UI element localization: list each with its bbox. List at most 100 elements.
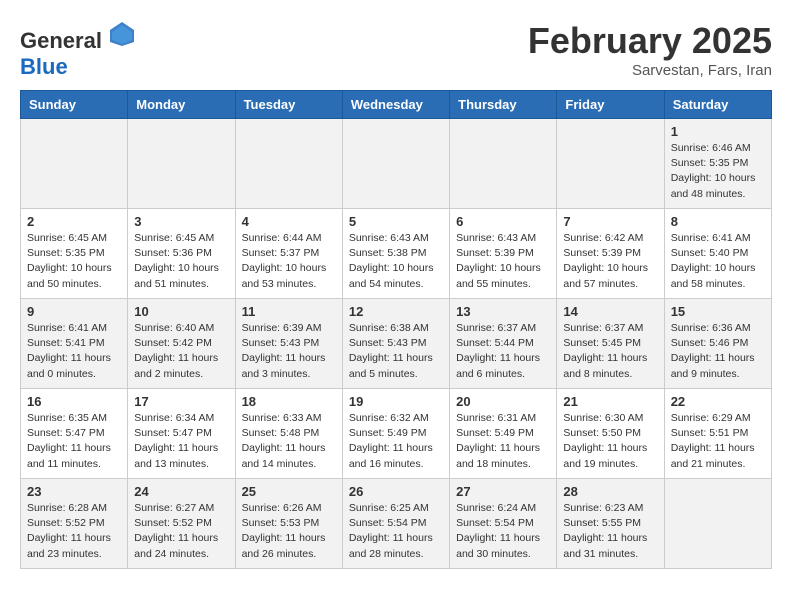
calendar-cell bbox=[450, 119, 557, 209]
day-info: Sunrise: 6:45 AM Sunset: 5:36 PM Dayligh… bbox=[134, 231, 228, 292]
day-number: 28 bbox=[563, 484, 657, 499]
calendar-cell bbox=[235, 119, 342, 209]
day-number: 25 bbox=[242, 484, 336, 499]
day-number: 9 bbox=[27, 304, 121, 319]
calendar-table: SundayMondayTuesdayWednesdayThursdayFrid… bbox=[20, 90, 772, 569]
logo-icon bbox=[108, 20, 136, 48]
calendar-cell: 19 Sunrise: 6:32 AM Sunset: 5:49 PM Dayli… bbox=[342, 389, 449, 479]
calendar-cell: 27 Sunrise: 6:24 AM Sunset: 5:54 PM Dayli… bbox=[450, 479, 557, 569]
day-info: Sunrise: 6:28 AM Sunset: 5:52 PM Dayligh… bbox=[27, 501, 121, 562]
day-info: Sunrise: 6:42 AM Sunset: 5:39 PM Dayligh… bbox=[563, 231, 657, 292]
day-number: 11 bbox=[242, 304, 336, 319]
calendar-cell: 11Sunrise: 6:39 AM Sunset: 5:43 PM Dayli… bbox=[235, 299, 342, 389]
calendar-week-row: 16 Sunrise: 6:35 AM Sunset: 5:47 PM Dayli… bbox=[21, 389, 772, 479]
calendar-cell: 24Sunrise: 6:27 AM Sunset: 5:52 PM Dayli… bbox=[128, 479, 235, 569]
calendar-cell bbox=[128, 119, 235, 209]
day-info: Sunrise: 6:32 AM Sunset: 5:49 PM Dayligh… bbox=[349, 411, 443, 472]
calendar-cell: 18Sunrise: 6:33 AM Sunset: 5:48 PM Dayli… bbox=[235, 389, 342, 479]
calendar-week-row: 23 Sunrise: 6:28 AM Sunset: 5:52 PM Dayli… bbox=[21, 479, 772, 569]
day-number: 1 bbox=[671, 124, 765, 139]
weekday-header-monday: Monday bbox=[128, 91, 235, 119]
calendar-week-row: 9Sunrise: 6:41 AM Sunset: 5:41 PM Daylig… bbox=[21, 299, 772, 389]
location-subtitle: Sarvestan, Fars, Iran bbox=[528, 62, 772, 79]
day-number: 17 bbox=[134, 394, 228, 409]
day-number: 27 bbox=[456, 484, 550, 499]
calendar-cell bbox=[557, 119, 664, 209]
calendar-cell: 1 Sunrise: 6:46 AM Sunset: 5:35 PM Daylig… bbox=[664, 119, 771, 209]
day-info: Sunrise: 6:30 AM Sunset: 5:50 PM Dayligh… bbox=[563, 411, 657, 472]
calendar-cell: 13Sunrise: 6:37 AM Sunset: 5:44 PM Dayli… bbox=[450, 299, 557, 389]
calendar-cell bbox=[21, 119, 128, 209]
day-info: Sunrise: 6:37 AM Sunset: 5:44 PM Dayligh… bbox=[456, 321, 550, 382]
weekday-header-row: SundayMondayTuesdayWednesdayThursdayFrid… bbox=[21, 91, 772, 119]
day-number: 19 bbox=[349, 394, 443, 409]
day-number: 7 bbox=[563, 214, 657, 229]
day-number: 24 bbox=[134, 484, 228, 499]
calendar-cell: 25Sunrise: 6:26 AM Sunset: 5:53 PM Dayli… bbox=[235, 479, 342, 569]
day-info: Sunrise: 6:43 AM Sunset: 5:39 PM Dayligh… bbox=[456, 231, 550, 292]
day-number: 6 bbox=[456, 214, 550, 229]
day-info: Sunrise: 6:43 AM Sunset: 5:38 PM Dayligh… bbox=[349, 231, 443, 292]
day-info: Sunrise: 6:31 AM Sunset: 5:49 PM Dayligh… bbox=[456, 411, 550, 472]
calendar-cell: 3 Sunrise: 6:45 AM Sunset: 5:36 PM Daylig… bbox=[128, 209, 235, 299]
calendar-cell: 17 Sunrise: 6:34 AM Sunset: 5:47 PM Dayli… bbox=[128, 389, 235, 479]
day-info: Sunrise: 6:35 AM Sunset: 5:47 PM Dayligh… bbox=[27, 411, 121, 472]
day-number: 5 bbox=[349, 214, 443, 229]
day-number: 23 bbox=[27, 484, 121, 499]
day-info: Sunrise: 6:41 AM Sunset: 5:40 PM Dayligh… bbox=[671, 231, 765, 292]
calendar-cell bbox=[664, 479, 771, 569]
day-number: 21 bbox=[563, 394, 657, 409]
calendar-cell: 9Sunrise: 6:41 AM Sunset: 5:41 PM Daylig… bbox=[21, 299, 128, 389]
day-info: Sunrise: 6:38 AM Sunset: 5:43 PM Dayligh… bbox=[349, 321, 443, 382]
day-number: 18 bbox=[242, 394, 336, 409]
day-info: Sunrise: 6:36 AM Sunset: 5:46 PM Dayligh… bbox=[671, 321, 765, 382]
calendar-cell: 6 Sunrise: 6:43 AM Sunset: 5:39 PM Daylig… bbox=[450, 209, 557, 299]
day-number: 22 bbox=[671, 394, 765, 409]
day-info: Sunrise: 6:29 AM Sunset: 5:51 PM Dayligh… bbox=[671, 411, 765, 472]
calendar-cell: 26 Sunrise: 6:25 AM Sunset: 5:54 PM Dayli… bbox=[342, 479, 449, 569]
calendar-cell: 23 Sunrise: 6:28 AM Sunset: 5:52 PM Dayli… bbox=[21, 479, 128, 569]
weekday-header-saturday: Saturday bbox=[664, 91, 771, 119]
calendar-cell: 16 Sunrise: 6:35 AM Sunset: 5:47 PM Dayli… bbox=[21, 389, 128, 479]
day-info: Sunrise: 6:37 AM Sunset: 5:45 PM Dayligh… bbox=[563, 321, 657, 382]
logo-blue: Blue bbox=[20, 54, 68, 79]
day-number: 12 bbox=[349, 304, 443, 319]
calendar-week-row: 1 Sunrise: 6:46 AM Sunset: 5:35 PM Daylig… bbox=[21, 119, 772, 209]
day-number: 8 bbox=[671, 214, 765, 229]
day-info: Sunrise: 6:34 AM Sunset: 5:47 PM Dayligh… bbox=[134, 411, 228, 472]
day-info: Sunrise: 6:44 AM Sunset: 5:37 PM Dayligh… bbox=[242, 231, 336, 292]
day-info: Sunrise: 6:46 AM Sunset: 5:35 PM Dayligh… bbox=[671, 141, 765, 202]
calendar-cell: 7 Sunrise: 6:42 AM Sunset: 5:39 PM Daylig… bbox=[557, 209, 664, 299]
calendar-cell: 4 Sunrise: 6:44 AM Sunset: 5:37 PM Daylig… bbox=[235, 209, 342, 299]
day-number: 20 bbox=[456, 394, 550, 409]
day-info: Sunrise: 6:45 AM Sunset: 5:35 PM Dayligh… bbox=[27, 231, 121, 292]
day-info: Sunrise: 6:25 AM Sunset: 5:54 PM Dayligh… bbox=[349, 501, 443, 562]
title-block: February 2025 Sarvestan, Fars, Iran bbox=[528, 20, 772, 79]
day-number: 15 bbox=[671, 304, 765, 319]
calendar-cell: 20 Sunrise: 6:31 AM Sunset: 5:49 PM Dayli… bbox=[450, 389, 557, 479]
logo: General Blue bbox=[20, 20, 136, 80]
day-number: 16 bbox=[27, 394, 121, 409]
day-number: 3 bbox=[134, 214, 228, 229]
day-info: Sunrise: 6:40 AM Sunset: 5:42 PM Dayligh… bbox=[134, 321, 228, 382]
calendar-cell: 10Sunrise: 6:40 AM Sunset: 5:42 PM Dayli… bbox=[128, 299, 235, 389]
day-info: Sunrise: 6:23 AM Sunset: 5:55 PM Dayligh… bbox=[563, 501, 657, 562]
calendar-cell: 5 Sunrise: 6:43 AM Sunset: 5:38 PM Daylig… bbox=[342, 209, 449, 299]
weekday-header-thursday: Thursday bbox=[450, 91, 557, 119]
page-header: General Blue February 2025 Sarvestan, Fa… bbox=[20, 20, 772, 80]
calendar-cell: 14Sunrise: 6:37 AM Sunset: 5:45 PM Dayli… bbox=[557, 299, 664, 389]
calendar-cell: 8 Sunrise: 6:41 AM Sunset: 5:40 PM Daylig… bbox=[664, 209, 771, 299]
weekday-header-friday: Friday bbox=[557, 91, 664, 119]
calendar-cell: 21 Sunrise: 6:30 AM Sunset: 5:50 PM Dayli… bbox=[557, 389, 664, 479]
logo-text: General Blue bbox=[20, 20, 136, 80]
weekday-header-wednesday: Wednesday bbox=[342, 91, 449, 119]
weekday-header-sunday: Sunday bbox=[21, 91, 128, 119]
calendar-week-row: 2 Sunrise: 6:45 AM Sunset: 5:35 PM Daylig… bbox=[21, 209, 772, 299]
day-number: 4 bbox=[242, 214, 336, 229]
day-number: 26 bbox=[349, 484, 443, 499]
calendar-cell: 15 Sunrise: 6:36 AM Sunset: 5:46 PM Dayli… bbox=[664, 299, 771, 389]
calendar-cell bbox=[342, 119, 449, 209]
month-title: February 2025 bbox=[528, 20, 772, 62]
day-number: 2 bbox=[27, 214, 121, 229]
day-info: Sunrise: 6:24 AM Sunset: 5:54 PM Dayligh… bbox=[456, 501, 550, 562]
